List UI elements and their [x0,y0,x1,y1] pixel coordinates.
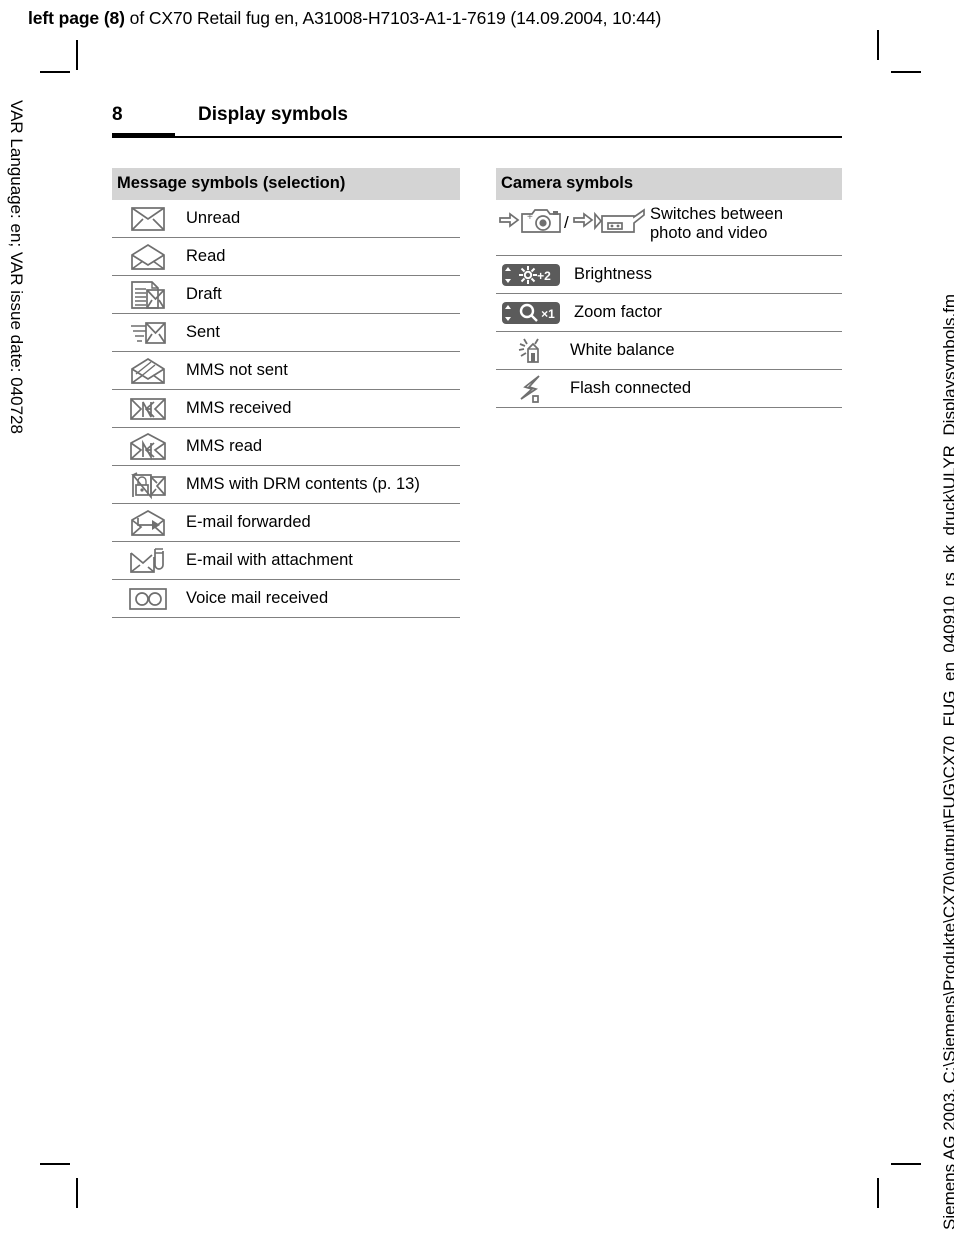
table-row: Read [112,238,460,276]
page-number: 8 [112,104,123,125]
crop-mark-top-right-v [877,30,879,60]
table-cell-label: Draft [186,285,222,303]
photo-video-toggle-icon: + / [496,205,648,237]
table-row: MMS not sent [112,352,460,390]
print-header: left page (8) of CX70 Retail fug en, A31… [28,8,661,29]
print-header-bold: left page (8) [28,8,125,28]
table-cell-label: E-mail forwarded [186,513,311,531]
table-cell-label: Unread [186,209,241,227]
table-message-symbols: Message symbols (selection) Unread Read [112,168,460,618]
table-cell-label: MMS not sent [186,361,288,379]
table-cell-label: E-mail with attachment [186,551,353,569]
brightness-icon: +2 [496,263,572,287]
envelope-sent-icon [112,321,184,345]
table-cell-label: MMS read [186,437,263,455]
page-header-rule-thin [175,136,842,138]
table-row: Voice mail received [112,580,460,618]
side-caption-left: VAR Language: en; VAR issue date: 040728 [7,100,26,434]
envelope-forwarded-icon [112,509,184,536]
flash-connected-icon [496,374,568,404]
crop-mark-bottom-left-h [40,1163,70,1165]
table-row: E-mail forwarded [112,504,460,542]
table-header-camera-symbols: Camera symbols [496,168,842,200]
zoom-factor-icon: ×1 [496,301,572,325]
table-cell-label: Brightness [574,265,652,283]
table-cell-label: White balance [570,341,675,359]
print-header-rest: of CX70 Retail fug en, A31008-H7103-A1-1… [124,8,662,28]
voice-mail-icon [112,587,184,610]
crop-mark-bottom-right-h [891,1163,921,1165]
table-row: MMS received [112,390,460,428]
page-header: 8 Display symbols [112,104,842,138]
table-row: Unread [112,200,460,238]
table-row: E-mail with attachment [112,542,460,580]
table-cell-label: Voice mail received [186,589,329,607]
svg-text:+: + [527,212,533,223]
table-cell-label: Flash connected [570,379,692,397]
page-header-rule-thick [112,133,175,138]
table-cell-label: MMS received [186,399,292,417]
table-row: Flash connected [496,370,842,408]
table-row: +2 Brightness [496,256,842,294]
envelope-draft-icon [112,280,184,309]
table-cell-label: Read [186,247,226,265]
side-caption-right: Siemens AG 2003, C:\Siemens\Produkte\CX7… [940,293,954,1230]
svg-text:/: / [564,213,569,232]
crop-mark-top-left-v [76,40,78,70]
table-cell-label: Zoom factor [574,303,663,321]
envelope-drm-lock-icon [112,471,184,499]
envelope-closed-icon [112,206,184,231]
table-camera-symbols: Camera symbols + / Switches between phot… [496,168,842,408]
zoom-badge-value: ×1 [541,307,555,321]
table-cell-label: MMS with DRM contents (p. 13) [186,475,420,493]
table-row: + / Switches between photo and video [496,200,842,256]
table-row: ×1 Zoom factor [496,294,842,332]
envelope-open-icon [112,243,184,270]
envelope-mms-received-icon [112,397,184,421]
table-header-message-symbols: Message symbols (selection) [112,168,460,200]
table-row: White balance [496,332,842,370]
crop-mark-bottom-right-v [877,1178,879,1208]
envelope-mms-not-sent-icon [112,357,184,384]
table-cell-label: Sent [186,323,220,341]
page-header-rule [112,133,842,138]
table-cell-label: Switches between photo and video [648,205,842,243]
table-row: Sent [112,314,460,352]
table-row: Draft [112,276,460,314]
envelope-mms-read-icon [112,433,184,461]
brightness-badge-value: +2 [537,269,551,283]
crop-mark-top-right-h [891,71,921,73]
table-row: MMS read [112,428,460,466]
table-cell-label-line1: Switches between [650,205,783,223]
envelope-attachment-icon [112,547,184,575]
table-cell-label-line2: photo and video [650,224,768,242]
page-title: Display symbols [198,104,348,125]
crop-mark-bottom-left-v [76,1178,78,1208]
table-row: MMS with DRM contents (p. 13) [112,466,460,504]
white-balance-icon [496,337,568,365]
crop-mark-top-left-h [40,71,70,73]
